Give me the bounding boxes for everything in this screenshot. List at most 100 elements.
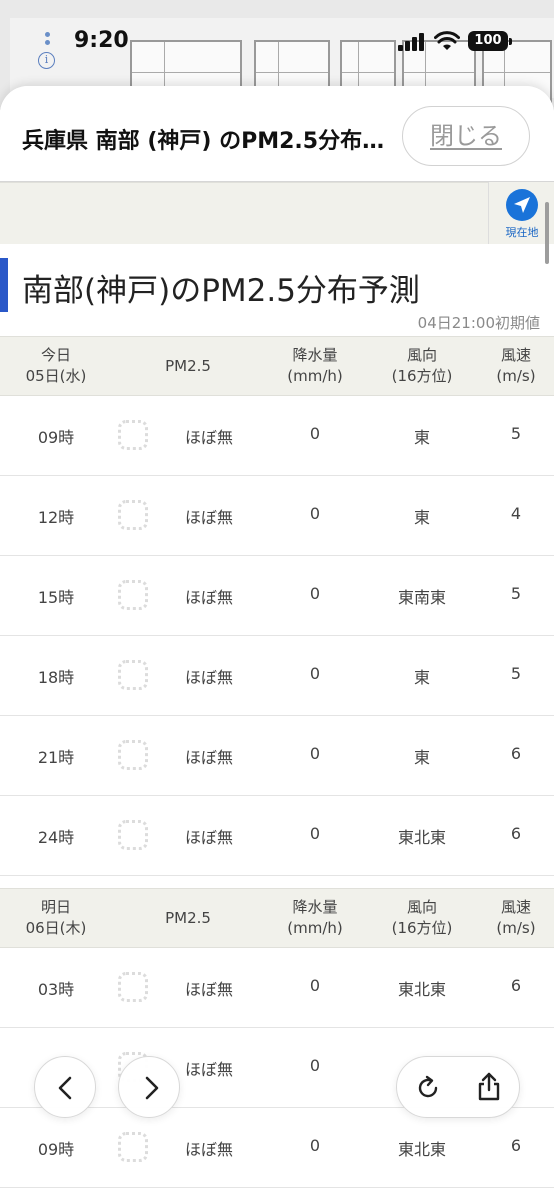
table-row: 09時 ほぼ無 0 東 5 (0, 396, 554, 476)
column-header-rain: 降水量 (mm/h) (287, 898, 343, 937)
column-header-pm: PM2.5 (165, 357, 211, 375)
share-icon[interactable] (475, 1072, 503, 1102)
row-wind: 6 (510, 744, 522, 763)
reload-icon[interactable] (414, 1074, 442, 1102)
row-direction: 東 (413, 508, 430, 527)
pm-level-icon (116, 818, 152, 854)
day-label: 明日 (40, 898, 71, 916)
row-wind: 4 (510, 504, 522, 523)
day-date-cell: 明日 06日(木) (0, 897, 112, 939)
column-header-rain: 降水量 (mm/h) (287, 346, 343, 385)
row-rain: 0 (309, 824, 321, 843)
column-header-wind: 風速 (m/s) (496, 898, 536, 937)
row-time: 09時 (37, 1140, 75, 1159)
battery-indicator: 100 (468, 31, 512, 51)
toolbar-band (0, 182, 554, 244)
day-date: 06日(木) (25, 919, 87, 937)
pm-level-icon (116, 970, 152, 1006)
table-row: 21時 ほぼ無 0 東 6 (0, 716, 554, 796)
pm-level-icon (116, 658, 152, 694)
row-rain: 0 (309, 504, 321, 523)
day-header: 今日 05日(水) PM2.5 降水量 (mm/h) 風向 (16方位) 風速 (m/s… (0, 336, 554, 396)
column-header-direction: 風向 (16方位) (391, 346, 453, 385)
row-direction: 東北東 (397, 828, 446, 847)
pm-level-icon (116, 498, 152, 534)
section-heading: 南部(神戸)のPM2.5分布予測 (0, 258, 554, 314)
table-row: 18時 ほぼ無 0 東 5 (0, 636, 554, 716)
sheet-title: 兵庫県 南部 (神戸) のPM2.5分布予測 (22, 129, 392, 154)
row-direction: 東南東 (397, 588, 446, 607)
sheet-content[interactable]: 現在地 南部(神戸)のPM2.5分布予測 04日21:00初期値 今日 05日(水… (0, 182, 554, 1200)
forecast-day-today: 今日 05日(水) PM2.5 降水量 (mm/h) 風向 (16方位) 風速 (m/s… (0, 336, 554, 876)
chevron-left-icon (58, 1076, 72, 1100)
page-title: 南部(神戸)のPM2.5分布予測 (22, 273, 420, 309)
row-rain: 0 (309, 424, 321, 443)
back-button[interactable] (34, 1056, 96, 1118)
row-time: 21時 (37, 748, 75, 767)
pm-level-icon (116, 738, 152, 774)
row-rain: 0 (309, 744, 321, 763)
forecast-day-tomorrow: 明日 06日(木) PM2.5 降水量 (mm/h) 風向 (16方位) 風速 (m/s… (0, 888, 554, 1188)
pm-level-icon (116, 578, 152, 614)
wifi-icon (434, 30, 460, 52)
navigation-arrow-icon (506, 189, 538, 221)
row-pm-level: ほぼ無 (184, 1140, 233, 1159)
pm-level-icon (116, 1130, 152, 1166)
table-row: 09時 ほぼ無 0 東北東 6 (0, 1108, 554, 1188)
pm-level-icon (116, 418, 152, 454)
row-time: 24時 (37, 828, 75, 847)
modal-sheet: 兵庫県 南部 (神戸) のPM2.5分布予測 閉じる 現在地 南部(神戸)のPM… (0, 86, 554, 1200)
row-time: 03時 (37, 980, 75, 999)
row-wind: 6 (510, 976, 522, 995)
row-rain: 0 (309, 976, 321, 995)
row-pm-level: ほぼ無 (184, 748, 233, 767)
row-wind: 6 (510, 1136, 522, 1155)
row-pm-level: ほぼ無 (184, 828, 233, 847)
row-time: 09時 (37, 428, 75, 447)
row-wind: 5 (510, 664, 522, 683)
row-rain: 0 (309, 584, 321, 603)
day-label: 今日 (40, 346, 71, 364)
column-header-pm: PM2.5 (165, 909, 211, 927)
day-header: 明日 06日(木) PM2.5 降水量 (mm/h) 風向 (16方位) 風速 (m/s… (0, 888, 554, 948)
column-header-direction: 風向 (16方位) (391, 898, 453, 937)
row-wind: 6 (510, 824, 522, 843)
cellular-signal-icon (398, 33, 426, 51)
page-actions-pill (396, 1056, 520, 1118)
heading-accent-bar (0, 258, 8, 312)
close-button[interactable]: 閉じる (402, 106, 530, 166)
table-row: 24時 ほぼ無 0 東北東 6 (0, 796, 554, 876)
initial-time: 04日21:00初期値 (417, 314, 540, 332)
sheet-header: 兵庫県 南部 (神戸) のPM2.5分布予測 閉じる (0, 86, 554, 182)
table-row: 03時 ほぼ無 0 東北東 6 (0, 948, 554, 1028)
forward-button[interactable] (118, 1056, 180, 1118)
row-direction: 東 (413, 748, 430, 767)
row-wind: 5 (510, 584, 522, 603)
row-direction: 東 (413, 668, 430, 687)
scrollbar-thumb[interactable] (545, 202, 549, 264)
column-header-wind: 風速 (m/s) (496, 346, 536, 385)
row-pm-level: ほぼ無 (184, 1060, 233, 1079)
table-row: 12時 ほぼ無 0 東 4 (0, 476, 554, 556)
row-direction: 東 (413, 428, 430, 447)
row-wind: 5 (510, 424, 522, 443)
row-rain: 0 (309, 1136, 321, 1155)
row-direction: 東北東 (397, 980, 446, 999)
status-bar: 9:20 100 (0, 0, 554, 80)
chevron-right-icon (145, 1076, 159, 1100)
row-rain: 0 (309, 664, 321, 683)
row-time: 12時 (37, 508, 75, 527)
row-direction: 東北東 (397, 1140, 446, 1159)
day-date: 05日(水) (25, 367, 87, 385)
day-date-cell: 今日 05日(水) (0, 345, 112, 387)
row-pm-level: ほぼ無 (184, 508, 233, 527)
row-pm-level: ほぼ無 (184, 428, 233, 447)
row-pm-level: ほぼ無 (184, 980, 233, 999)
row-pm-level: ほぼ無 (184, 588, 233, 607)
row-time: 18時 (37, 668, 75, 687)
row-pm-level: ほぼ無 (184, 668, 233, 687)
table-row: 15時 ほぼ無 0 東南東 5 (0, 556, 554, 636)
row-time: 15時 (37, 588, 75, 607)
status-time: 9:20 (74, 28, 129, 53)
row-rain: 0 (309, 1056, 321, 1075)
